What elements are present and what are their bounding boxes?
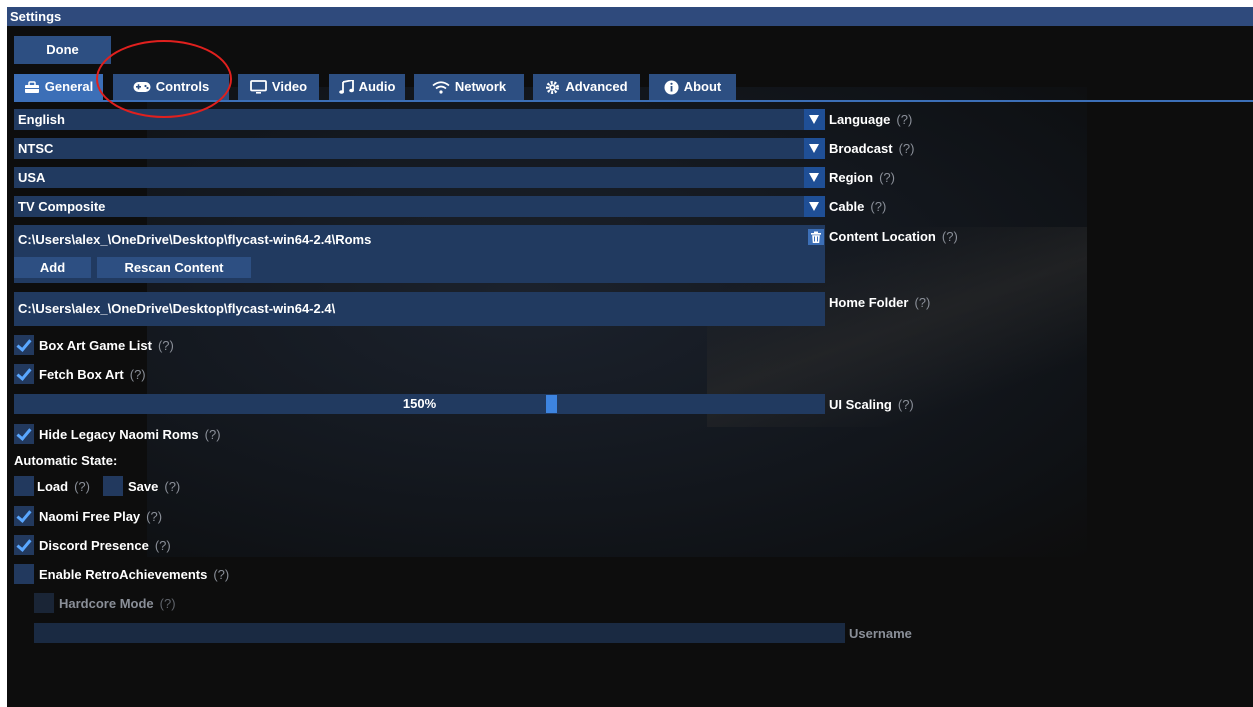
ui-scaling-slider[interactable]: 150% — [14, 394, 825, 414]
ui-scaling-label: UI Scaling (?) — [829, 397, 914, 412]
discord-presence-checkbox[interactable] — [14, 535, 34, 555]
chevron-down-icon[interactable] — [804, 138, 825, 159]
tab-label: Network — [454, 79, 507, 94]
tab-audio[interactable]: Audio — [329, 74, 405, 100]
tab-video[interactable]: Video — [238, 74, 319, 100]
gear-icon — [545, 80, 560, 95]
help-marker[interactable]: (?) — [879, 170, 895, 185]
help-marker[interactable]: (?) — [205, 427, 221, 442]
monitor-icon — [250, 80, 267, 94]
auto-load-checkbox[interactable] — [14, 476, 34, 496]
help-marker[interactable]: (?) — [898, 397, 914, 412]
auto-load-label: Load (?) — [37, 479, 90, 494]
discord-presence-label: Discord Presence (?) — [39, 538, 171, 553]
help-marker[interactable]: (?) — [155, 538, 171, 553]
home-folder-field[interactable]: C:\Users\alex_\OneDrive\Desktop\flycast-… — [14, 292, 825, 326]
naomi-free-play-checkbox[interactable] — [14, 506, 34, 526]
settings-window: Settings Done General Controls Video Aud… — [7, 7, 1253, 707]
help-marker[interactable]: (?) — [146, 509, 162, 524]
window-title: Settings — [7, 7, 1253, 26]
trash-icon[interactable] — [808, 229, 824, 245]
hide-legacy-label: Hide Legacy Naomi Roms (?) — [39, 427, 221, 442]
cable-value: TV Composite — [18, 199, 106, 214]
tab-network[interactable]: Network — [414, 74, 524, 100]
slider-handle[interactable] — [546, 395, 557, 413]
language-select[interactable]: English — [14, 109, 825, 130]
region-select[interactable]: USA — [14, 167, 825, 188]
auto-save-label: Save (?) — [128, 479, 181, 494]
wifi-icon — [432, 80, 450, 94]
rescan-content-button[interactable]: Rescan Content — [97, 257, 251, 278]
tab-advanced[interactable]: Advanced — [533, 74, 640, 100]
help-marker[interactable]: (?) — [942, 229, 958, 244]
tab-general[interactable]: General — [14, 74, 103, 100]
tab-label: Video — [271, 79, 308, 94]
help-marker[interactable]: (?) — [74, 479, 90, 494]
help-marker[interactable]: (?) — [213, 567, 229, 582]
region-label: Region (?) — [829, 170, 895, 185]
region-value: USA — [18, 170, 46, 185]
tab-about[interactable]: About — [649, 74, 736, 100]
chevron-down-icon[interactable] — [804, 109, 825, 130]
tab-label: General — [44, 79, 94, 94]
username-label: Username — [849, 626, 912, 641]
language-value: English — [18, 112, 65, 127]
cable-label: Cable (?) — [829, 199, 887, 214]
auto-save-checkbox[interactable] — [103, 476, 123, 496]
broadcast-label: Broadcast (?) — [829, 141, 915, 156]
chevron-down-icon[interactable] — [804, 167, 825, 188]
home-folder-label: Home Folder (?) — [829, 295, 931, 310]
help-marker[interactable]: (?) — [130, 367, 146, 382]
content-location-box: C:\Users\alex_\OneDrive\Desktop\flycast-… — [14, 225, 825, 283]
tab-label: Advanced — [565, 79, 628, 94]
help-marker[interactable]: (?) — [899, 141, 915, 156]
tab-label: About — [683, 79, 722, 94]
add-content-button[interactable]: Add — [14, 257, 91, 278]
help-marker[interactable]: (?) — [164, 479, 180, 494]
help-marker[interactable]: (?) — [158, 338, 174, 353]
home-path: C:\Users\alex_\OneDrive\Desktop\flycast-… — [18, 301, 336, 316]
help-marker[interactable]: (?) — [870, 199, 886, 214]
info-icon — [664, 80, 679, 95]
toolbox-icon — [24, 80, 40, 94]
help-marker: (?) — [159, 596, 176, 611]
language-label: Language (?) — [829, 112, 913, 127]
tab-label: Audio — [358, 79, 396, 94]
fetch-box-art-label: Fetch Box Art (?) — [39, 367, 146, 382]
broadcast-value: NTSC — [18, 141, 54, 156]
hide-legacy-checkbox[interactable] — [14, 424, 34, 444]
retroachievements-label: Enable RetroAchievements (?) — [39, 567, 230, 582]
music-icon — [338, 80, 354, 94]
hardcore-mode-label: Hardcore Mode (?) — [59, 596, 176, 611]
content-location-label: Content Location (?) — [829, 229, 958, 244]
help-marker[interactable]: (?) — [896, 112, 912, 127]
retroachievements-checkbox[interactable] — [14, 564, 34, 584]
box-art-list-checkbox[interactable] — [14, 335, 34, 355]
naomi-free-play-label: Naomi Free Play (?) — [39, 509, 163, 524]
gamepad-icon — [133, 81, 151, 93]
username-field[interactable] — [34, 623, 845, 643]
tab-label: Controls — [155, 79, 210, 94]
tab-underline — [14, 100, 1253, 102]
hardcore-mode-checkbox — [34, 593, 54, 613]
fetch-box-art-checkbox[interactable] — [14, 364, 34, 384]
tab-controls[interactable]: Controls — [113, 74, 229, 100]
cable-select[interactable]: TV Composite — [14, 196, 825, 217]
done-button[interactable]: Done — [14, 36, 111, 64]
chevron-down-icon[interactable] — [804, 196, 825, 217]
content-path[interactable]: C:\Users\alex_\OneDrive\Desktop\flycast-… — [18, 232, 371, 247]
ui-scaling-value: 150% — [402, 396, 437, 411]
box-art-list-label: Box Art Game List (?) — [39, 338, 174, 353]
automatic-state-heading: Automatic State: — [14, 453, 118, 468]
help-marker[interactable]: (?) — [914, 295, 930, 310]
broadcast-select[interactable]: NTSC — [14, 138, 825, 159]
